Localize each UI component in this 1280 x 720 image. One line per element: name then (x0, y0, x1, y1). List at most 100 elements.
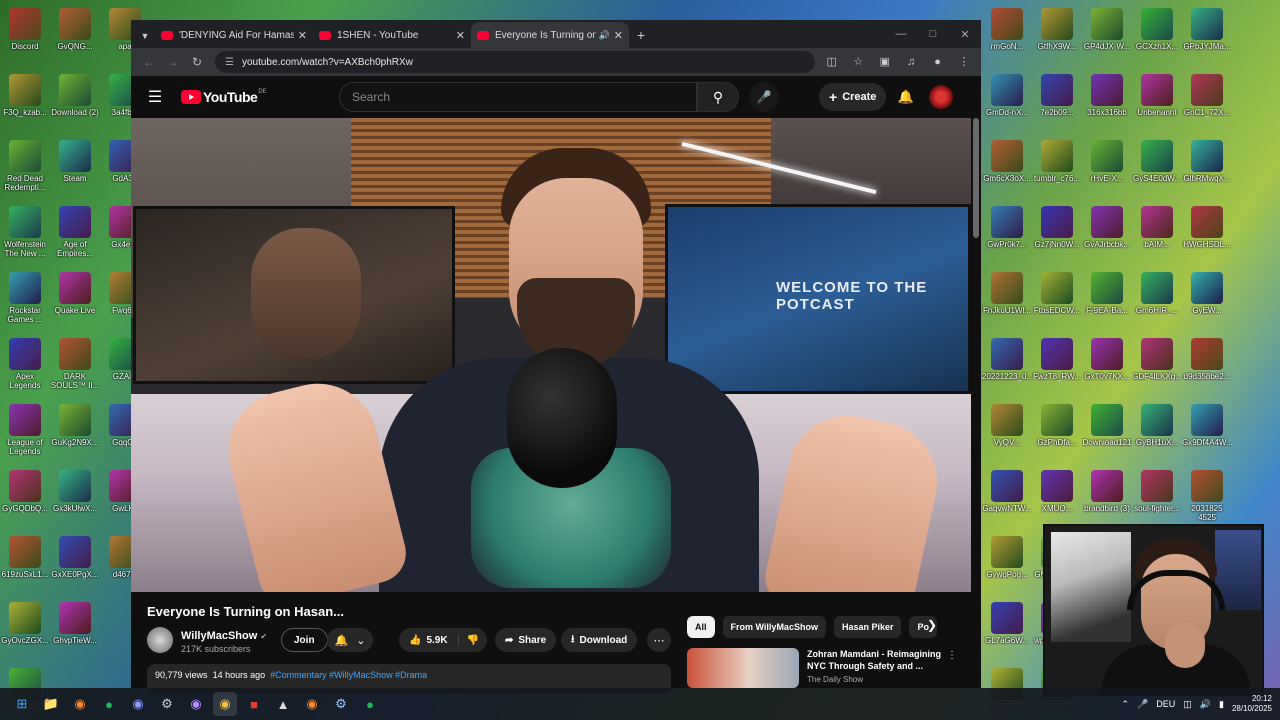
desktop-icon[interactable]: tumblr_c76... (1032, 136, 1082, 202)
firefox-icon[interactable]: ◉ (68, 692, 92, 716)
desktop-icon[interactable]: Quake Live (50, 268, 100, 334)
spotify-icon-2[interactable]: ● (358, 692, 382, 716)
desktop-icon[interactable]: FtbsEDCW... (1032, 268, 1082, 334)
desktop-icon[interactable]: GywgPog... (982, 532, 1032, 598)
desktop-icon[interactable]: GnC1_72X... (1182, 70, 1232, 136)
steam-icon-2[interactable]: ⚙ (329, 692, 353, 716)
desktop-icon[interactable]: GagvwNTW... (982, 466, 1032, 532)
desktop-icon[interactable]: GxT0v7KX... (1082, 334, 1132, 400)
desktop-icon[interactable]: GzPhDfa... (1032, 400, 1082, 466)
microphone-icon[interactable]: 🎤 (749, 82, 779, 112)
spotify-icon[interactable]: ● (97, 692, 121, 716)
firefox-icon-2[interactable]: ◉ (300, 692, 324, 716)
file-explorer-icon[interactable]: 📁 (39, 692, 63, 716)
desktop-icon[interactable]: FnJkuU1Wl... (982, 268, 1032, 334)
desktop-icon[interactable]: GL7aG6W... (982, 598, 1032, 664)
channel-name[interactable]: WillyMacShow (181, 630, 257, 642)
desktop-icon[interactable]: F-9EA-Ba... (1082, 268, 1132, 334)
desktop-icon[interactable]: GyBH1uX... (1132, 400, 1182, 466)
close-tab-icon[interactable]: ✕ (614, 29, 623, 42)
video-player[interactable]: WELCOME TO THE POTCAST (131, 118, 971, 592)
windows-start-icon[interactable]: ⊞ (10, 692, 34, 716)
channel-avatar[interactable] (147, 627, 173, 653)
network-icon[interactable]: ◫ (1183, 699, 1192, 710)
desktop-icon[interactable]: 619zuSxL1... (0, 532, 50, 598)
rec-more-icon[interactable]: ⋮ (947, 650, 957, 661)
chip-from-channel[interactable]: From WillyMacShow (722, 616, 826, 638)
tab-1shen[interactable]: 1SHEN - YouTube ✕ (313, 22, 471, 48)
extensions-icon[interactable]: ▣ (874, 51, 896, 73)
volume-icon[interactable]: 🔊 (1200, 699, 1211, 710)
desktop-icon[interactable]: soul-fighter... (1132, 466, 1182, 532)
desktop-icon[interactable]: Wolfenstein The New ... (0, 202, 50, 268)
app-red-icon[interactable]: ■ (242, 692, 266, 716)
youtube-logo[interactable]: YouTube DE (181, 89, 267, 105)
desktop-icon[interactable]: Download (2) (50, 70, 100, 136)
desktop-icon[interactable]: GvAJrbcbk... (1082, 202, 1132, 268)
share-button[interactable]: ➦ Share (495, 628, 557, 652)
desktop-icon[interactable]: GtfhX9W... (1032, 4, 1082, 70)
microphone-tray-icon[interactable]: 🎤 (1137, 699, 1148, 710)
desktop-icon[interactable]: Steam (50, 136, 100, 202)
chip-all[interactable]: All (687, 616, 715, 638)
desktop-icon[interactable]: Gx3kUlwX... (50, 466, 100, 532)
minimize-icon[interactable]: — (885, 20, 917, 48)
desktop-icon[interactable]: GhvpTieW... (50, 598, 100, 664)
menu-kebab-icon[interactable]: ⋮ (953, 51, 975, 73)
desktop-icon[interactable]: rHvE-X... (1082, 136, 1132, 202)
back-icon[interactable]: ← (137, 50, 161, 74)
bookmark-star-icon[interactable]: ☆ (847, 51, 869, 73)
chevron-right-icon[interactable]: ❯ (927, 618, 937, 632)
media-controls-icon[interactable]: ♫ (900, 51, 922, 73)
desktop-icon[interactable]: Age of Empires... (50, 202, 100, 268)
hamburger-menu-icon[interactable]: ☰ (141, 83, 169, 111)
desktop-icon[interactable]: Rockstar Games ... (0, 268, 50, 334)
close-tab-icon[interactable]: ✕ (298, 29, 307, 42)
more-actions-icon[interactable]: ⋯ (647, 628, 671, 652)
chip-hasan-piker[interactable]: Hasan Piker (833, 616, 902, 638)
desktop-icon[interactable]: FwzT8_RW... (1032, 334, 1082, 400)
like-button[interactable]: 👍 5.9K (399, 634, 459, 646)
desktop-icon[interactable]: 316x316bb (1082, 70, 1132, 136)
desktop-icon[interactable]: Unbenannt (1132, 70, 1182, 136)
clock[interactable]: 20:12 28/10/2025 (1232, 694, 1272, 714)
speaker-icon[interactable]: 🔊 (599, 30, 610, 41)
tray-chevron-icon[interactable]: ⌃ (1121, 699, 1129, 710)
tab-hamas[interactable]: 'DENYING Aid For Hamas' Crim ✕ (155, 22, 313, 48)
desktop-icon[interactable]: GPbJYJMa... (1182, 4, 1232, 70)
notifications-bell-icon[interactable]: 🔔 (893, 84, 919, 110)
close-tab-icon[interactable]: ✕ (456, 29, 465, 42)
desktop-icon[interactable]: GyGQDbQ... (0, 466, 50, 532)
desktop-icon[interactable]: GwPr0k7... (982, 202, 1032, 268)
install-app-icon[interactable]: ◫ (821, 51, 843, 73)
url-field[interactable]: ☰ youtube.com/watch?v=AXBch0phRXw (215, 51, 815, 73)
desktop-icon[interactable]: GP4dJX-W... (1082, 4, 1132, 70)
profile-icon[interactable]: ● (927, 51, 949, 73)
account-avatar[interactable] (929, 85, 953, 109)
desktop-icon[interactable]: GxXE0PgX... (50, 532, 100, 598)
video-thumbnail[interactable] (687, 648, 799, 688)
desktop-icon[interactable]: d9d358be2... (1182, 334, 1232, 400)
desktop-icon[interactable]: Red Dead Redempti... (0, 136, 50, 202)
desktop-icon[interactable]: Gx9Df4A4W... (1182, 400, 1232, 466)
search-input[interactable]: Search (339, 82, 697, 112)
desktop-icon[interactable]: Gm6cX3oX... (982, 136, 1032, 202)
language-indicator[interactable]: DEU (1156, 699, 1175, 709)
subscribed-button[interactable]: 🔔 ⌄ (327, 628, 373, 652)
dislike-button[interactable]: 👎 (459, 635, 487, 646)
desktop-icon[interactable]: GyS4E0dW... (1132, 136, 1182, 202)
desktop-icon[interactable]: GuKg2N9X... (50, 400, 100, 466)
desktop-icon[interactable]: XMUQ... (1032, 466, 1082, 532)
site-info-icon[interactable]: ☰ (225, 57, 234, 68)
desktop-icon[interactable]: rmGoN... (982, 4, 1032, 70)
desktop-icon[interactable]: GmDd-nX... (982, 70, 1032, 136)
desktop-icon[interactable]: 7e2b09... (1032, 70, 1082, 136)
discord-icon[interactable]: ◉ (126, 692, 150, 716)
desktop-icon[interactable]: GvQNG... (50, 4, 100, 70)
obs-icon[interactable]: ◉ (184, 692, 208, 716)
desktop-icon[interactable]: League of Legends (0, 400, 50, 466)
desktop-icon[interactable]: F3Q_kzab... (0, 70, 50, 136)
desktop-icon[interactable]: Apex Legends (0, 334, 50, 400)
create-button[interactable]: + Create (819, 83, 887, 111)
desktop-icon[interactable]: Gm6HIR_... (1132, 268, 1182, 334)
